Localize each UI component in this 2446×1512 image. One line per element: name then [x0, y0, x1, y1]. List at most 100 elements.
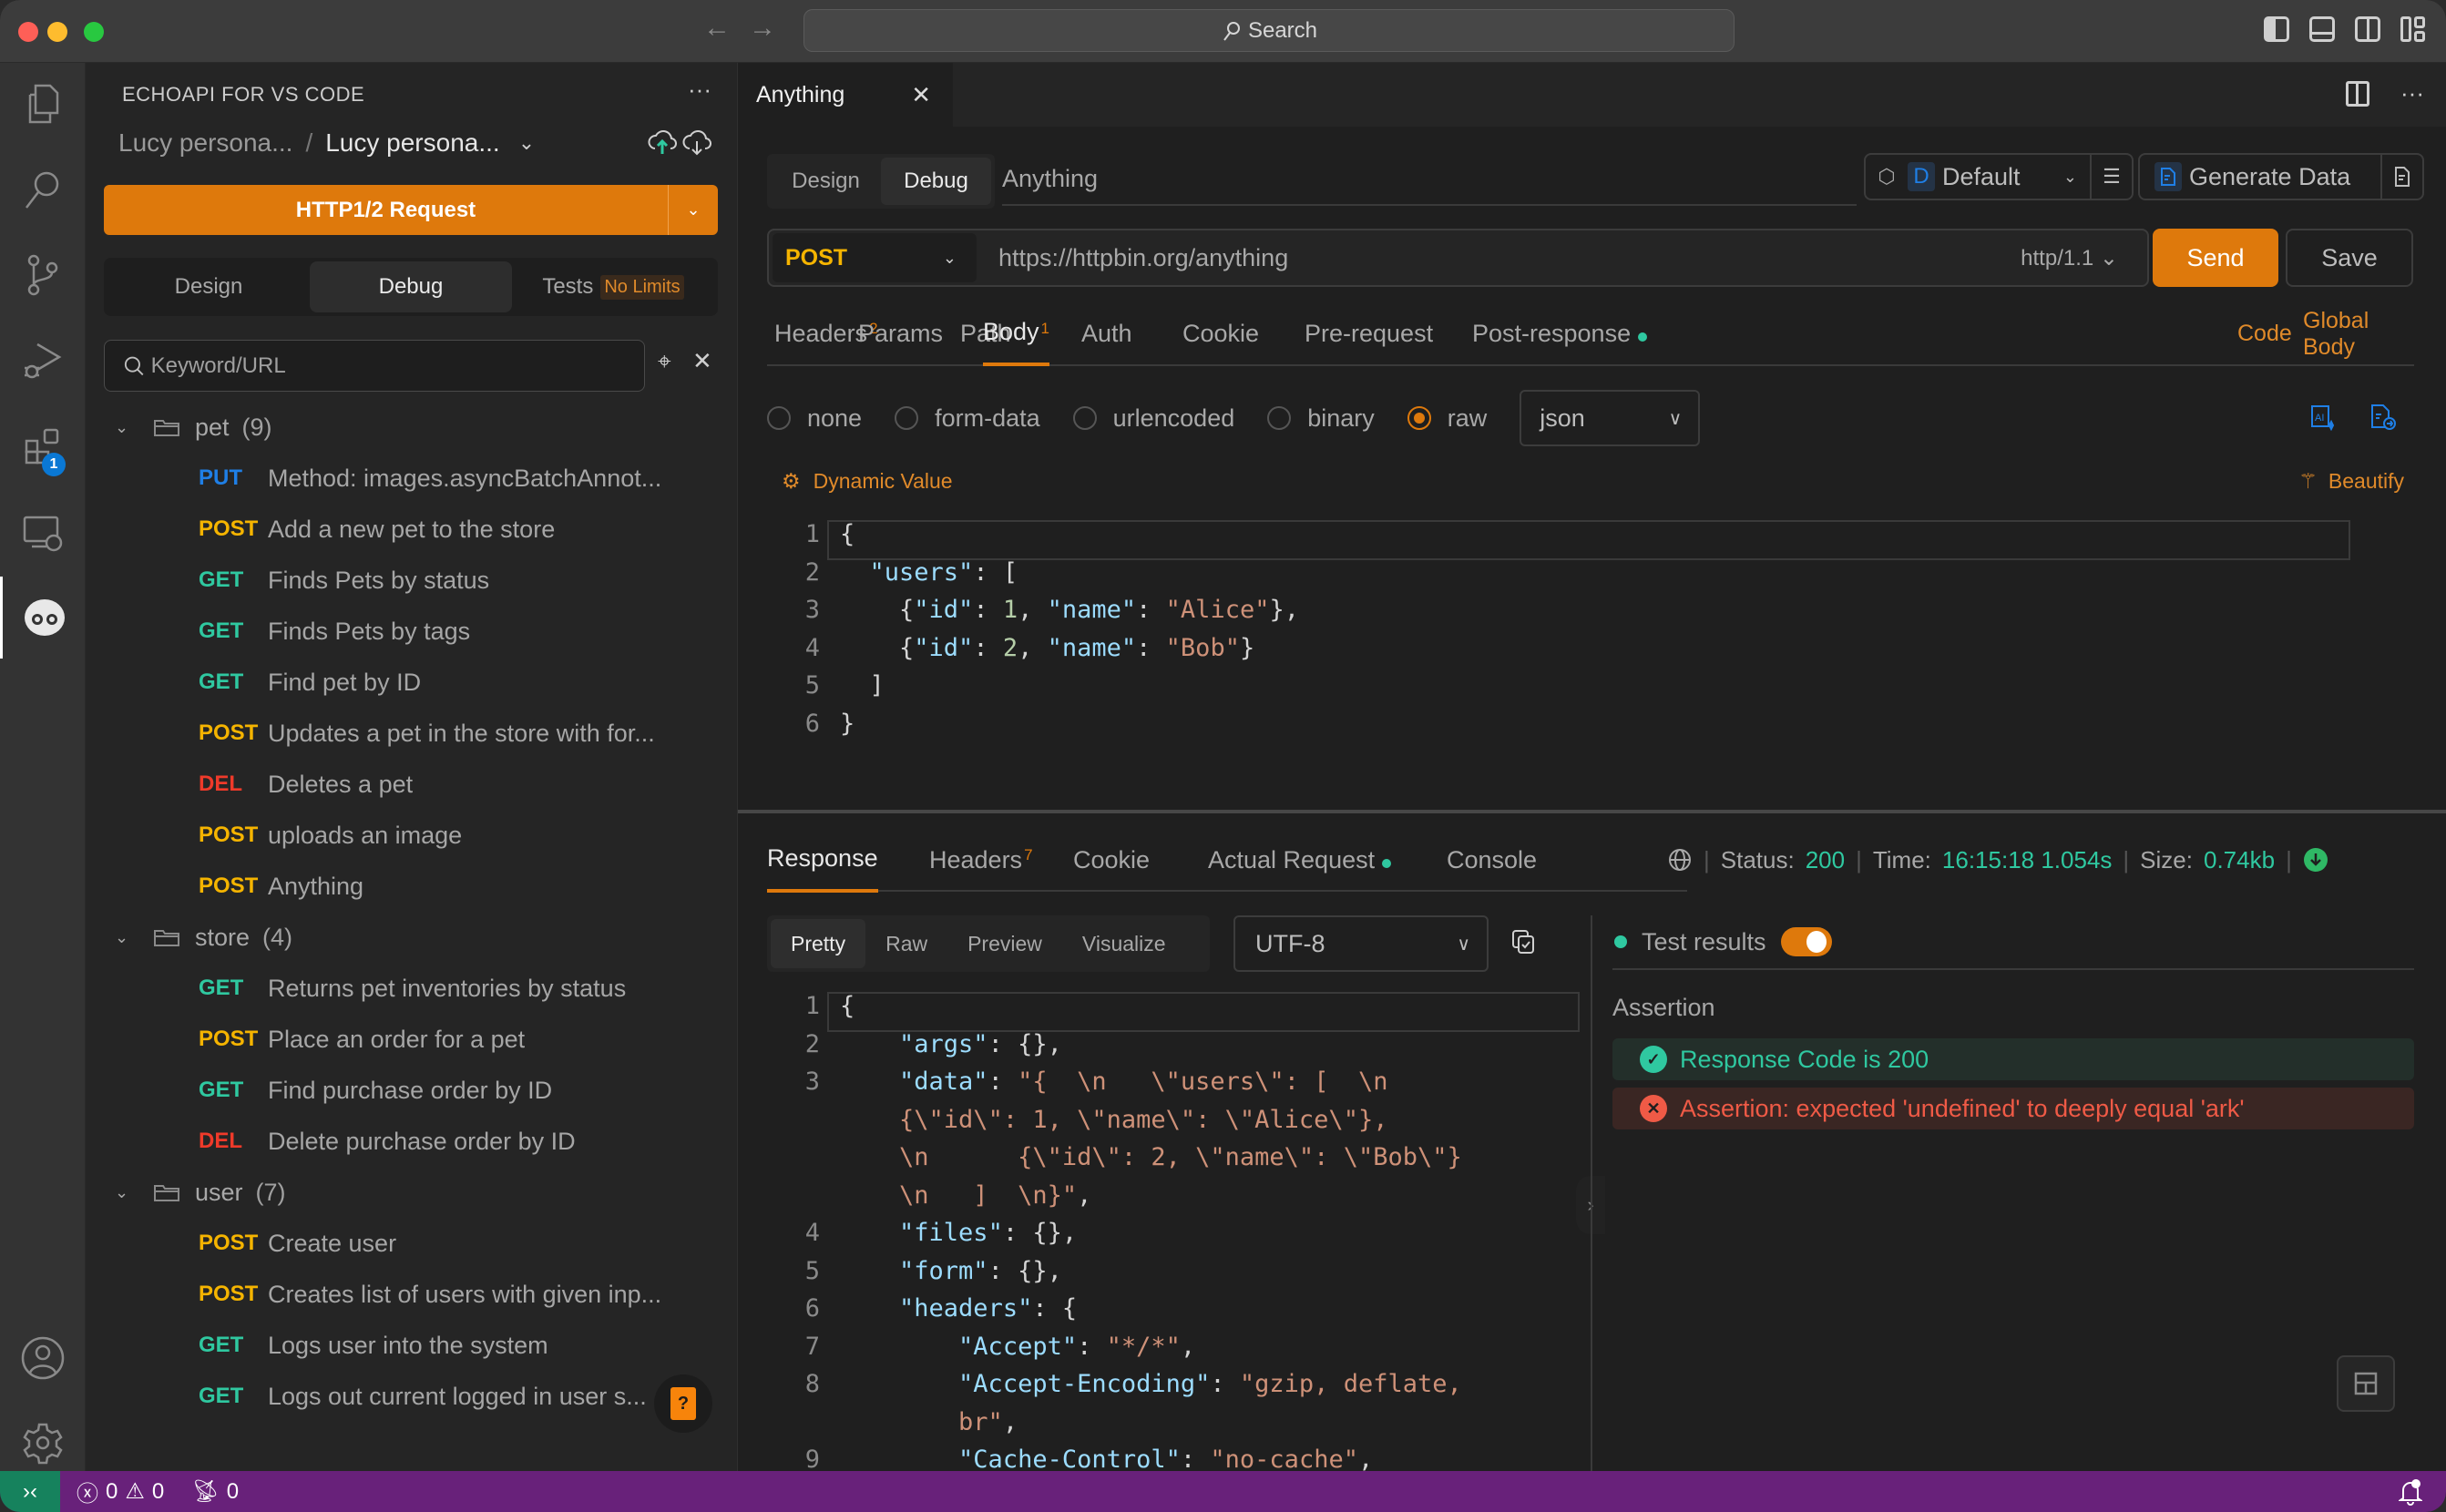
- command-center-search[interactable]: Search: [803, 9, 1735, 52]
- tab-body[interactable]: Body 1: [983, 301, 1050, 366]
- toggle-layout-button[interactable]: [2337, 1355, 2395, 1412]
- dynamic-value-button[interactable]: ⚙ Dynamic Value: [782, 469, 953, 494]
- ai-generate-icon[interactable]: AI: [2309, 404, 2337, 431]
- tab-auth[interactable]: Auth: [1081, 301, 1132, 366]
- api-list-item[interactable]: GET Returns pet inventories by status: [86, 963, 738, 1014]
- copy-icon[interactable]: [1510, 928, 1536, 955]
- tab-design[interactable]: Design: [107, 261, 310, 312]
- environment-menu-icon[interactable]: ☰: [2090, 155, 2132, 199]
- maximize-window-button[interactable]: [84, 22, 104, 42]
- api-search-field[interactable]: [104, 340, 645, 392]
- beautify-button[interactable]: ⚚ Beautify: [2298, 469, 2404, 494]
- cloud-download-icon[interactable]: [681, 127, 712, 158]
- api-list-item[interactable]: GET Finds Pets by status: [86, 555, 738, 606]
- editor-tab-anything[interactable]: Anything ✕: [738, 63, 953, 127]
- radio-none[interactable]: none: [767, 404, 862, 433]
- api-list-item[interactable]: POST Place an order for a pet: [86, 1014, 738, 1065]
- activity-extensions[interactable]: 1: [0, 405, 86, 487]
- save-button[interactable]: Save: [2286, 229, 2413, 287]
- api-list-item[interactable]: DEL Delete purchase order by ID: [86, 1116, 738, 1167]
- cloud-upload-icon[interactable]: [647, 127, 678, 158]
- api-list-item[interactable]: POST Create user: [86, 1218, 738, 1269]
- api-list-item[interactable]: POST Creates list of users with given inp…: [86, 1269, 738, 1320]
- folder-user[interactable]: ⌄ user (7): [86, 1167, 738, 1218]
- more-actions-icon[interactable]: ···: [688, 76, 711, 104]
- tab-debug[interactable]: Debug: [310, 261, 512, 312]
- toggle-panel-icon[interactable]: [2309, 16, 2335, 42]
- api-list-item[interactable]: DEL Deletes a pet: [86, 759, 738, 810]
- activity-accounts[interactable]: [0, 1317, 86, 1399]
- radio-binary[interactable]: binary: [1267, 404, 1375, 433]
- minimize-window-button[interactable]: [47, 22, 67, 42]
- response-body-viewer[interactable]: 1 {2 "args": {}, 3 "data": "{ \n \"users\"…: [765, 990, 1585, 1471]
- toggle-secondary-sidebar-icon[interactable]: [2355, 16, 2380, 42]
- help-button[interactable]: ?: [654, 1374, 712, 1433]
- tab-tests[interactable]: Tests No Limits: [512, 261, 714, 312]
- document-icon[interactable]: [2380, 155, 2422, 199]
- tab-design[interactable]: Design: [771, 158, 881, 205]
- api-list-item[interactable]: GET Find pet by ID: [86, 657, 738, 708]
- api-list-item[interactable]: POST uploads an image: [86, 810, 738, 861]
- close-window-button[interactable]: [18, 22, 38, 42]
- activity-search[interactable]: [0, 148, 86, 230]
- tab-console[interactable]: Console: [1447, 828, 1537, 893]
- radio-urlencoded[interactable]: urlencoded: [1072, 404, 1234, 433]
- activity-source-control[interactable]: [0, 234, 86, 316]
- tab-pre-request[interactable]: Pre-request: [1305, 301, 1433, 366]
- tab-params[interactable]: Params: [858, 301, 943, 366]
- split-editor-icon[interactable]: [2346, 80, 2370, 107]
- chevron-down-icon[interactable]: ⌄: [518, 131, 535, 155]
- url-input[interactable]: [998, 236, 1909, 280]
- tab-actual-request[interactable]: Actual Request: [1208, 828, 1392, 893]
- tab-post-response[interactable]: Post-response: [1472, 301, 1648, 366]
- globe-icon[interactable]: [1667, 847, 1693, 873]
- activity-explorer[interactable]: [0, 63, 86, 145]
- remote-indicator[interactable]: ›‹: [0, 1471, 60, 1512]
- toggle-primary-sidebar-icon[interactable]: [2264, 16, 2289, 42]
- activity-remote-explorer[interactable]: [0, 491, 86, 573]
- send-button[interactable]: Send: [2153, 229, 2278, 287]
- response-tests-splitter[interactable]: [1591, 915, 1592, 1471]
- encoding-select[interactable]: UTF-8 ∨: [1233, 915, 1489, 972]
- back-arrow-icon[interactable]: ←: [703, 13, 731, 44]
- tab-raw[interactable]: Raw: [865, 919, 947, 968]
- breadcrumb-workspace[interactable]: Lucy persona...: [118, 128, 292, 158]
- new-request-button[interactable]: HTTP1/2 Request ⌄: [104, 185, 718, 235]
- protocol-select[interactable]: http/1.1 ⌄: [2021, 245, 2118, 271]
- api-list-item[interactable]: POST Anything: [86, 861, 738, 912]
- environment-settings-icon[interactable]: ⬡: [1866, 165, 1908, 189]
- tab-response-cookie[interactable]: Cookie: [1073, 828, 1150, 893]
- panel-splitter[interactable]: [738, 810, 2446, 813]
- tab-pretty[interactable]: Pretty: [771, 919, 866, 968]
- tab-cookie[interactable]: Cookie: [1182, 301, 1259, 366]
- environment-selector[interactable]: ⬡ D Default ⌄ ☰: [1864, 153, 2134, 200]
- request-name-field[interactable]: Anything: [1002, 154, 1857, 206]
- api-list-item[interactable]: GET Logs out current logged in user s...: [86, 1371, 738, 1422]
- download-response-icon[interactable]: [2303, 847, 2328, 873]
- folder-store[interactable]: ⌄ store (4): [86, 912, 738, 963]
- locate-icon[interactable]: ⌖: [658, 347, 671, 376]
- method-select[interactable]: POST ⌄: [773, 233, 977, 282]
- api-list-item[interactable]: GET Logs user into the system: [86, 1320, 738, 1371]
- folder-pet[interactable]: ⌄ pet (9): [86, 402, 738, 453]
- tab-debug[interactable]: Debug: [881, 158, 991, 205]
- api-list-item[interactable]: GET Finds Pets by tags: [86, 606, 738, 657]
- breadcrumb-project[interactable]: Lucy persona...: [325, 128, 499, 158]
- collapse-all-icon[interactable]: ✕: [692, 347, 712, 375]
- customize-layout-icon[interactable]: [2400, 16, 2426, 42]
- api-list-item[interactable]: PUT Method: images.asyncBatchAnnot...: [86, 453, 738, 504]
- activity-echoapi[interactable]: [0, 577, 86, 659]
- code-link[interactable]: Code: [2237, 301, 2292, 366]
- api-search-input[interactable]: [150, 352, 644, 379]
- radio-raw[interactable]: raw: [1407, 404, 1487, 433]
- import-document-icon[interactable]: [2369, 404, 2397, 431]
- tab-preview[interactable]: Preview: [947, 919, 1062, 968]
- generate-data-button[interactable]: Generate Data: [2138, 153, 2424, 200]
- api-list-item[interactable]: POST Add a new pet to the store: [86, 504, 738, 555]
- request-body-editor[interactable]: 1 {2 "users": [3 {"id": 1, "name": "Alice…: [765, 518, 2423, 810]
- problems-indicator[interactable]: ⓧ 0 ⚠ 0: [77, 1476, 164, 1507]
- tab-response-headers[interactable]: Headers 7: [929, 828, 1033, 893]
- radio-form-data[interactable]: form-data: [895, 404, 1040, 433]
- forward-arrow-icon[interactable]: →: [749, 13, 776, 44]
- more-actions-icon[interactable]: ···: [2400, 79, 2424, 107]
